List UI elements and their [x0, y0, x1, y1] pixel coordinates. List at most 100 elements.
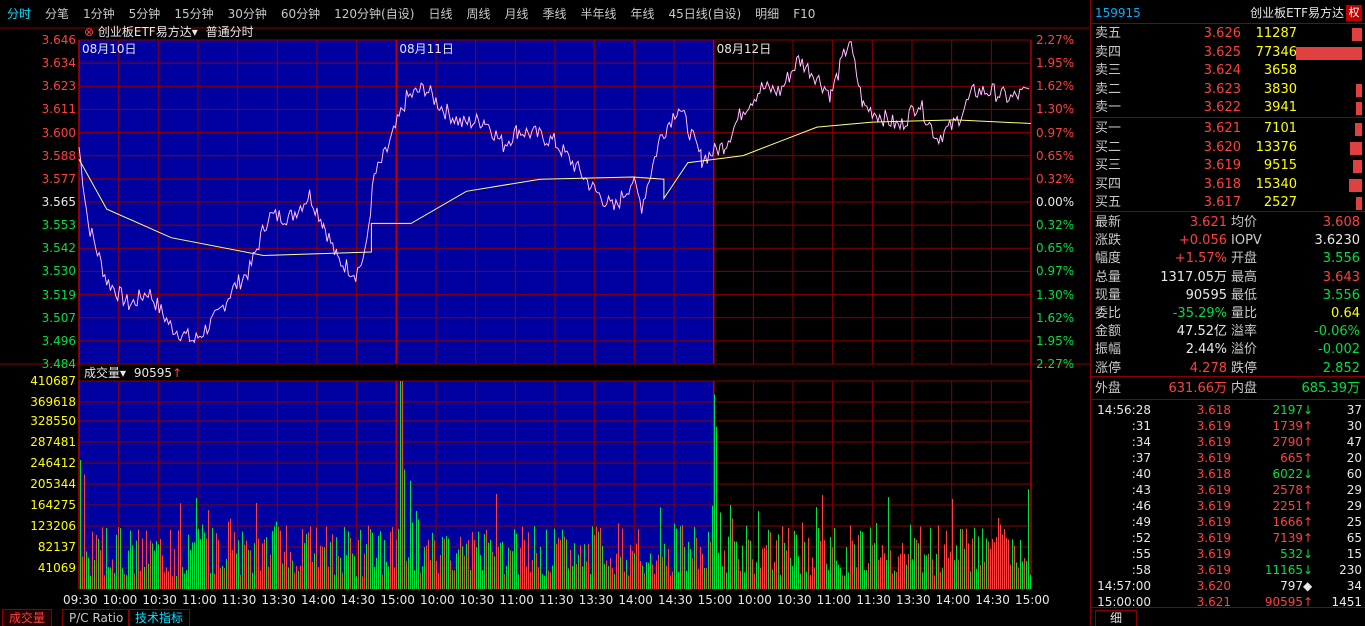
- ask-price: 3.623: [1203, 81, 1241, 97]
- ask-row[interactable]: 卖五 3.626 11287: [1091, 25, 1365, 43]
- bid-row[interactable]: 买五 3.617 2527: [1091, 194, 1365, 212]
- volume-bar: [1010, 564, 1011, 589]
- bid-row[interactable]: 买三 3.619 9515: [1091, 157, 1365, 175]
- volume-bar: [444, 538, 445, 589]
- percent-tick-right: 1.30%: [1036, 287, 1075, 302]
- volume-bar: [130, 530, 131, 589]
- volume-bar: [734, 541, 735, 589]
- volume-bar: [246, 540, 247, 589]
- tab-0[interactable]: 分时: [0, 0, 38, 28]
- volume-bar: [612, 568, 613, 589]
- bid-row[interactable]: 买一 3.621 7101: [1091, 120, 1365, 138]
- volume-bar: [666, 565, 667, 589]
- tab-8[interactable]: 日线: [421, 0, 459, 28]
- volume-bar: [778, 534, 779, 589]
- tab-15[interactable]: 明细: [748, 0, 786, 28]
- volume-bar: [868, 563, 869, 589]
- detail-tab[interactable]: 细: [1095, 610, 1137, 626]
- stat-row: 幅度 +1.57% 开盘 3.556: [1091, 250, 1365, 268]
- volume-bar: [474, 540, 475, 589]
- ask-price: 3.622: [1203, 100, 1241, 115]
- volume-bar: [930, 527, 931, 589]
- volume-bar: [708, 531, 709, 589]
- volume-bar: [268, 566, 269, 589]
- rights-badge[interactable]: 权: [1346, 5, 1362, 21]
- volume-bar: [822, 495, 823, 589]
- chart-canvas[interactable]: [0, 0, 1090, 625]
- volume-bar: [352, 553, 353, 589]
- volume-bar: [208, 510, 209, 589]
- bottom-tab-pc-ratio[interactable]: P/C Ratio: [62, 609, 131, 626]
- chart-mode: 普通分时: [205, 25, 254, 39]
- ask-row[interactable]: 卖四 3.625 77346: [1091, 44, 1365, 62]
- ask-volume: 3830: [1263, 81, 1297, 97]
- ask-row[interactable]: 卖三 3.624 3658: [1091, 62, 1365, 80]
- time-tick: 13:30: [896, 593, 931, 607]
- volume-bar: [854, 544, 855, 589]
- volume-bar: [906, 564, 907, 589]
- price-tick-left: 3.542: [41, 241, 76, 256]
- volume-bar: [340, 557, 341, 589]
- volume-bar: [144, 567, 145, 589]
- time-tick: 14:00: [301, 593, 336, 607]
- tab-5[interactable]: 30分钟: [221, 0, 274, 28]
- tab-1[interactable]: 分笔: [38, 0, 76, 28]
- volume-bar: [166, 567, 167, 589]
- tab-7[interactable]: 120分钟(自设): [327, 0, 421, 28]
- tab-6[interactable]: 60分钟: [274, 0, 327, 28]
- chevron-down-icon[interactable]: ▾: [120, 366, 126, 380]
- volume-bar: [606, 560, 607, 589]
- bid-row[interactable]: 买二 3.620 13376: [1091, 139, 1365, 157]
- volume-bar: [772, 569, 773, 589]
- tab-9[interactable]: 周线: [459, 0, 497, 28]
- volume-bar: [538, 567, 539, 589]
- volume-bar: [754, 573, 755, 589]
- tab-10[interactable]: 月线: [497, 0, 535, 28]
- gear-icon[interactable]: ⊗: [84, 25, 94, 39]
- volume-bar: [384, 539, 385, 589]
- volume-bar: [936, 553, 937, 589]
- volume-bar: [300, 565, 301, 589]
- bottom-tab-indicators[interactable]: 技术指标: [128, 609, 191, 626]
- volume-bar: [932, 559, 933, 589]
- volume-bar: [888, 497, 889, 589]
- tab-14[interactable]: 45日线(自设): [662, 0, 749, 28]
- percent-tick-right: 0.32%: [1036, 218, 1075, 233]
- tab-3[interactable]: 5分钟: [122, 0, 168, 28]
- volume-bar: [616, 553, 617, 589]
- volume-bar: [154, 550, 155, 589]
- volume-bar: [482, 570, 483, 589]
- volume-bar: [628, 575, 629, 589]
- stat-label: 最低: [1231, 287, 1258, 303]
- tab-11[interactable]: 季线: [535, 0, 573, 28]
- bottom-tab-volume[interactable]: 成交量: [2, 609, 53, 626]
- bid-row[interactable]: 买四 3.618 15340: [1091, 176, 1365, 194]
- time-tick: 15:00: [697, 593, 733, 607]
- ask-row[interactable]: 卖二 3.623 3830: [1091, 81, 1365, 99]
- tab-12[interactable]: 半年线: [574, 0, 624, 28]
- panel-header: 159915 创业板ETF易方达 权: [1091, 4, 1365, 22]
- volume-bar: [758, 511, 759, 589]
- volume-label[interactable]: 成交量: [84, 366, 120, 380]
- volume-bar: [910, 524, 911, 589]
- ask-volume: 3941: [1263, 100, 1297, 115]
- stat-label: 量比: [1231, 306, 1258, 321]
- volume-bar: [124, 573, 125, 589]
- tab-13[interactable]: 年线: [624, 0, 662, 28]
- volume-bar: [422, 566, 423, 589]
- volume-bar: [1022, 561, 1023, 589]
- volume-bar: [168, 571, 169, 589]
- stock-name[interactable]: 创业板ETF易方达: [98, 25, 192, 39]
- volume-bar: [92, 531, 93, 589]
- chevron-down-icon[interactable]: ▾: [192, 25, 198, 39]
- volume-bar: [806, 571, 807, 589]
- tab-4[interactable]: 15分钟: [167, 0, 220, 28]
- volume-bar: [912, 559, 913, 589]
- volume-bar: [496, 493, 497, 589]
- tab-16[interactable]: F10: [786, 0, 822, 28]
- volume-bar: [788, 528, 789, 589]
- tab-2[interactable]: 1分钟: [76, 0, 122, 28]
- ask-row[interactable]: 卖一 3.622 3941: [1091, 99, 1365, 117]
- volume-bar: [334, 574, 335, 589]
- volume-tick: 328550: [30, 414, 76, 428]
